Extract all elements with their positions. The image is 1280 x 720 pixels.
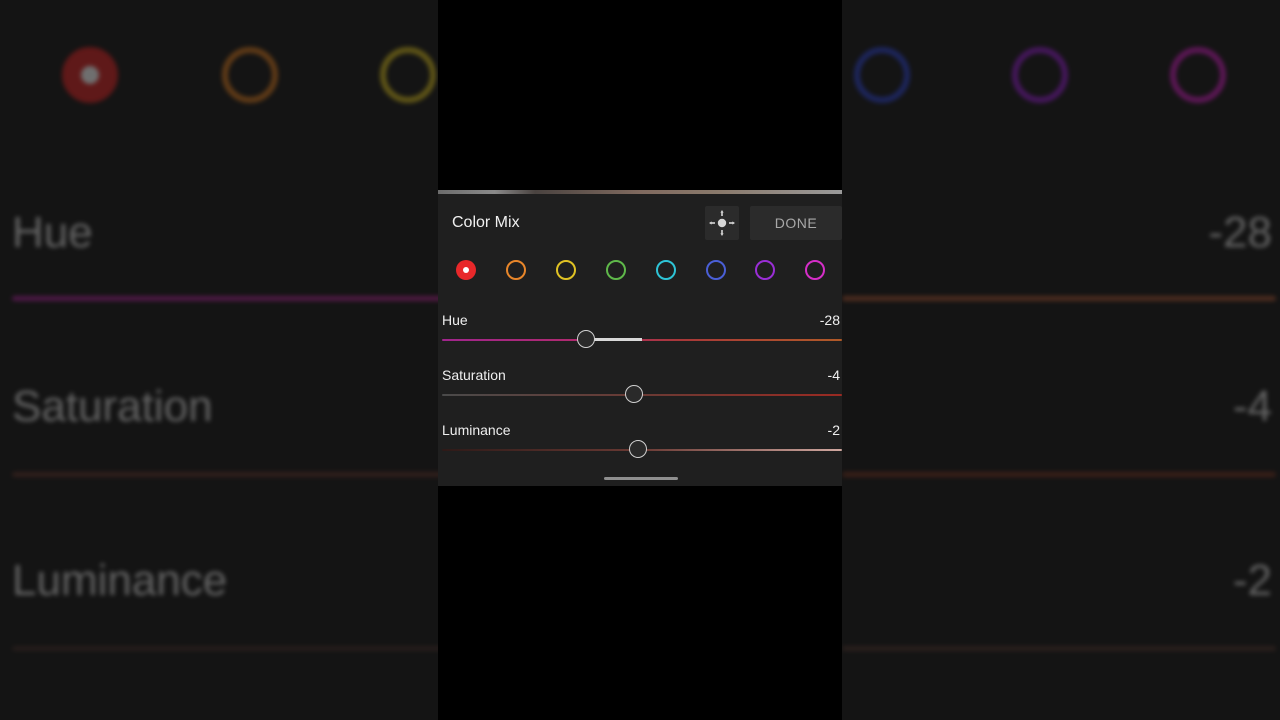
bg-swatch-orange — [222, 47, 278, 103]
saturation-label: Saturation — [442, 367, 506, 383]
home-indicator — [604, 477, 678, 480]
saturation-slider-row: Saturation -4 — [442, 367, 842, 413]
bg-swatch-yellow — [380, 47, 436, 103]
swatch-magenta[interactable] — [805, 260, 825, 280]
bg-swatch-magenta — [1170, 47, 1226, 103]
swatch-aqua[interactable] — [656, 260, 676, 280]
bg-value-hue: -28 — [1208, 208, 1272, 257]
screen: Hue Saturation Luminance -28 -4 -2 Color… — [0, 0, 1280, 720]
phone-screen: Color Mix DONE Hue -28 Saturation -4 Lum… — [438, 0, 842, 720]
swatch-purple[interactable] — [755, 260, 775, 280]
bg-swatch-blue — [854, 47, 910, 103]
done-button[interactable]: DONE — [750, 206, 842, 240]
targeted-adjustment-button[interactable] — [705, 206, 739, 240]
color-mix-panel: Color Mix DONE Hue -28 Saturation -4 Lum… — [438, 194, 842, 486]
hue-label: Hue — [442, 312, 468, 328]
background-right-blurred: -28 -4 -2 — [842, 0, 1280, 720]
bg-track-luminance-right — [842, 646, 1276, 651]
luminance-value: -2 — [827, 422, 840, 438]
bg-track-hue — [12, 296, 438, 301]
bg-value-saturation: -4 — [1232, 382, 1272, 431]
hue-track[interactable] — [442, 339, 842, 341]
swatch-red[interactable] — [456, 260, 476, 280]
luminance-label: Luminance — [442, 422, 511, 438]
bg-swatch-red — [62, 47, 118, 103]
swatch-blue[interactable] — [706, 260, 726, 280]
background-left-blurred: Hue Saturation Luminance — [0, 0, 438, 720]
hue-slider-row: Hue -28 — [442, 312, 842, 358]
luminance-slider-thumb[interactable] — [629, 440, 647, 458]
hue-slider-thumb[interactable] — [577, 330, 595, 348]
swatch-yellow[interactable] — [556, 260, 576, 280]
bg-track-saturation-right — [842, 472, 1276, 477]
panel-title: Color Mix — [452, 214, 520, 231]
saturation-value: -4 — [827, 367, 840, 383]
bg-track-luminance — [12, 646, 438, 651]
bg-track-hue-right — [842, 296, 1276, 301]
bg-value-luminance: -2 — [1232, 556, 1272, 605]
luminance-slider-row: Luminance -2 — [442, 422, 842, 468]
hue-value: -28 — [819, 312, 840, 328]
bg-track-saturation — [12, 472, 438, 477]
bg-label-saturation: Saturation — [12, 382, 213, 431]
bg-swatch-purple — [1012, 47, 1068, 103]
swatch-orange[interactable] — [506, 260, 526, 280]
bg-label-hue: Hue — [12, 208, 93, 257]
targeted-adjustment-icon — [709, 210, 735, 236]
color-swatch-row — [438, 260, 842, 284]
bg-label-luminance: Luminance — [12, 556, 228, 605]
saturation-slider-thumb[interactable] — [625, 385, 643, 403]
swatch-green[interactable] — [606, 260, 626, 280]
